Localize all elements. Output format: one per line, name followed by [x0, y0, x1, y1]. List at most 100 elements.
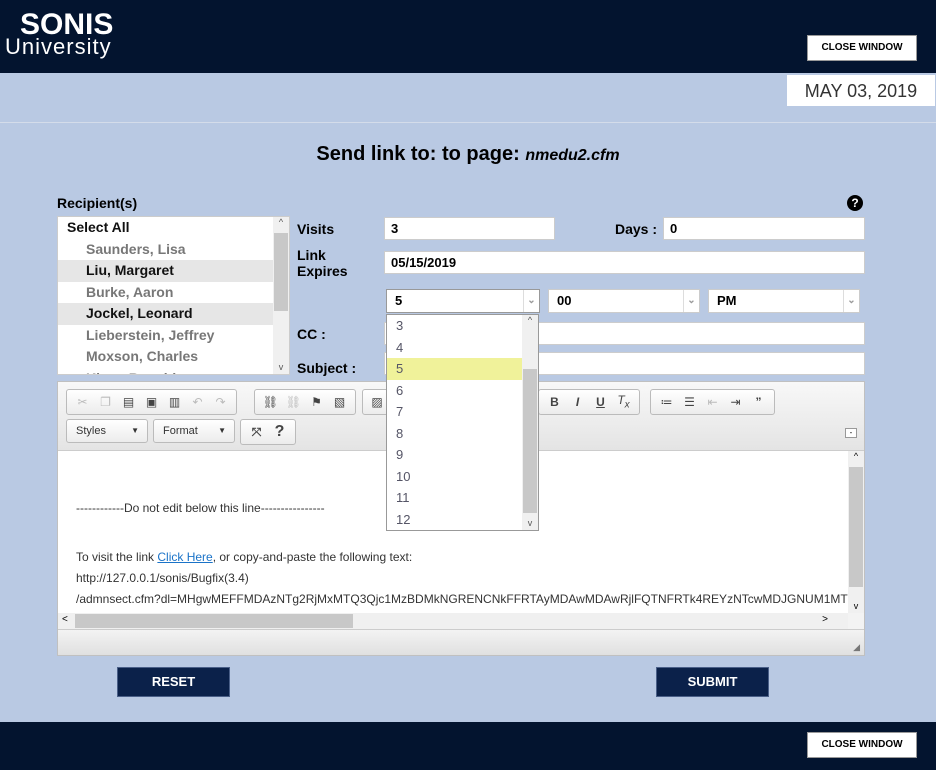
underline-icon[interactable]: U	[589, 395, 612, 409]
recipient-item[interactable]: Saunders, Lisa	[58, 239, 274, 261]
recipient-item[interactable]: Lieberstein, Jeffrey	[58, 325, 274, 347]
resize-handle-icon[interactable]: ◢	[853, 642, 860, 653]
maximize-icon[interactable]: ⤧	[245, 425, 268, 440]
link-expires-label: Link Expires	[297, 247, 348, 279]
chevron-down-icon: ⌄	[523, 290, 539, 312]
submit-button[interactable]: SUBMIT	[656, 667, 769, 697]
hour-option[interactable]: 12	[387, 509, 522, 531]
picture-icon[interactable]: ▨	[367, 395, 387, 409]
editor-horizontal-scrollbar[interactable]: < >	[58, 613, 848, 629]
days-label: Days :	[615, 221, 658, 237]
paste-word-icon[interactable]: ▥	[163, 395, 186, 409]
scroll-thumb[interactable]	[523, 369, 537, 513]
hour-option[interactable]: 5	[387, 358, 522, 380]
scroll-thumb[interactable]	[75, 614, 353, 628]
recipient-list[interactable]: Select All Saunders, Lisa Liu, Margaret Bu…	[57, 216, 290, 375]
subject-label: Subject :	[297, 360, 357, 376]
title-page: nmedu2.cfm	[525, 147, 620, 164]
hour-option[interactable]: 3	[387, 315, 522, 337]
ampm-value: PM	[717, 293, 737, 308]
collapse-toolbar-icon[interactable]: -	[845, 428, 857, 438]
recipient-item[interactable]: Klum, Ronald	[58, 368, 274, 375]
scroll-up-icon[interactable]: ^	[522, 315, 538, 325]
caret-down-icon: ▼	[218, 426, 226, 435]
click-here-link[interactable]: Click Here	[157, 550, 212, 564]
hour-option[interactable]: 6	[387, 380, 522, 402]
redo-icon[interactable]: ↷	[209, 395, 232, 409]
hour-value: 5	[395, 293, 403, 308]
close-window-button-footer[interactable]: CLOSE WINDOW	[807, 732, 917, 758]
indent-icon[interactable]: ⇥	[724, 395, 747, 409]
help-icon[interactable]: ?	[847, 195, 863, 211]
copy-icon[interactable]: ❐	[94, 395, 117, 409]
visits-input[interactable]: 3	[384, 217, 555, 240]
editor-vertical-scrollbar[interactable]: ^ v	[848, 451, 864, 613]
dropdown-scrollbar[interactable]: ^ v	[522, 315, 538, 530]
outdent-icon[interactable]: ⇤	[701, 395, 724, 409]
expires-date-input[interactable]: 05/15/2019	[384, 251, 865, 274]
styles-dropdown[interactable]: Styles ▼	[66, 419, 148, 443]
days-input[interactable]: 0	[663, 217, 865, 240]
scroll-up-icon[interactable]: ^	[848, 451, 864, 461]
tools-group: ⤧?	[240, 419, 296, 445]
hour-dropdown-list[interactable]: 3 4 5 6 7 8 9 10 11 12 ^ v	[386, 314, 539, 531]
recipient-item[interactable]: Moxson, Charles	[58, 346, 274, 368]
chevron-down-icon: ⌄	[683, 290, 699, 312]
bold-icon[interactable]: B	[543, 395, 566, 409]
numbered-list-icon[interactable]: ≔	[655, 395, 678, 409]
format-label: Format	[163, 425, 198, 437]
divider	[0, 122, 936, 123]
unlink-icon[interactable]: ⛓	[282, 395, 305, 409]
recipient-scrollbar[interactable]: ^ v	[273, 217, 289, 374]
scroll-down-icon[interactable]: v	[273, 362, 289, 372]
cc-label: CC :	[297, 326, 326, 342]
hour-select[interactable]: 5 ⌄	[386, 289, 540, 313]
link-icon[interactable]: ⛓	[259, 395, 282, 409]
undo-icon[interactable]: ↶	[186, 395, 209, 409]
help-icon[interactable]: ?	[268, 423, 291, 441]
link-group: ⛓ ⛓ ⚑ ▧	[254, 389, 356, 415]
styles-label: Styles	[76, 425, 106, 437]
blockquote-icon[interactable]: ”	[747, 395, 770, 409]
url-line-1: http://127.0.0.1/sonis/Bugfix(3.4)	[76, 571, 249, 585]
image-icon[interactable]: ▧	[328, 395, 351, 409]
close-window-button[interactable]: CLOSE WINDOW	[807, 35, 917, 61]
hour-option[interactable]: 8	[387, 423, 522, 445]
recipient-item[interactable]: Jockel, Leonard	[58, 303, 274, 325]
hour-option[interactable]: 11	[387, 487, 522, 509]
cut-icon[interactable]: ✂	[71, 395, 94, 409]
scroll-down-icon[interactable]: v	[848, 601, 864, 611]
paste-icon[interactable]: ▤	[117, 395, 140, 409]
scroll-up-icon[interactable]: ^	[273, 217, 289, 227]
hour-option[interactable]: 7	[387, 401, 522, 423]
scroll-down-icon[interactable]: v	[522, 518, 538, 528]
scroll-thumb[interactable]	[274, 233, 288, 311]
select-all-option[interactable]: Select All	[58, 217, 274, 239]
list-group: ≔ ☰ ⇤ ⇥”	[650, 389, 775, 415]
italic-icon[interactable]: I	[566, 395, 589, 409]
minute-value: 00	[557, 293, 572, 308]
minute-select[interactable]: 00 ⌄	[548, 289, 700, 313]
caret-down-icon: ▼	[131, 426, 139, 435]
format-group: B I U Tx	[538, 389, 640, 415]
recipient-item[interactable]: Burke, Aaron	[58, 282, 274, 304]
hour-option[interactable]: 4	[387, 337, 522, 359]
recipient-item[interactable]: Liu, Margaret	[58, 260, 274, 282]
date-display: MAY 03, 2019	[787, 75, 935, 106]
scroll-right-icon[interactable]: >	[822, 614, 828, 625]
hour-option[interactable]: 10	[387, 466, 522, 488]
scroll-left-icon[interactable]: <	[62, 614, 68, 625]
hour-option[interactable]: 9	[387, 444, 522, 466]
bullet-list-icon[interactable]: ☰	[678, 395, 701, 409]
clipboard-group: ✂ ❐ ▤ ▣ ▥ ↶ ↷	[66, 389, 237, 415]
format-dropdown[interactable]: Format ▼	[153, 419, 235, 443]
reset-button[interactable]: RESET	[117, 667, 230, 697]
scroll-thumb[interactable]	[849, 467, 863, 587]
remove-format-icon[interactable]: Tx	[612, 393, 635, 410]
anchor-flag-icon[interactable]: ⚑	[305, 395, 328, 409]
page-title: Send link to: to page: nmedu2.cfm	[0, 143, 936, 166]
ampm-select[interactable]: PM ⌄	[708, 289, 860, 313]
paste-text-icon[interactable]: ▣	[140, 395, 163, 409]
text-post: , or copy-and-paste the following text:	[212, 550, 413, 564]
text-pre: To visit the link	[76, 550, 158, 564]
